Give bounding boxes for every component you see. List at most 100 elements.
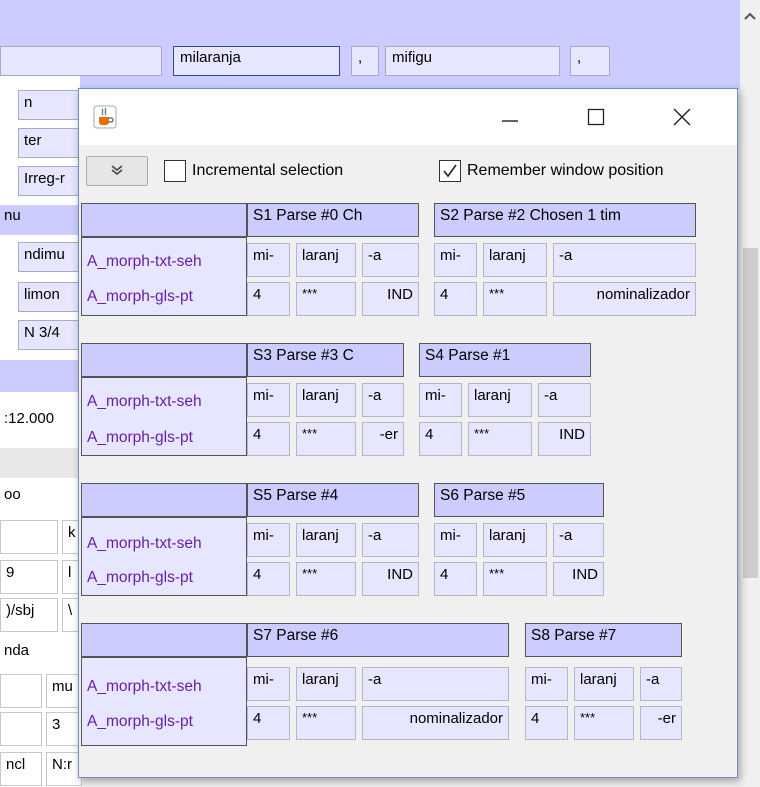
morph-cell[interactable]: mi- bbox=[525, 667, 568, 701]
gloss-cell[interactable]: 4 bbox=[419, 422, 462, 456]
morph-cell[interactable]: laranj bbox=[296, 667, 356, 701]
background-cell: Irreg-r bbox=[18, 166, 82, 196]
gloss-cell[interactable]: 4 bbox=[247, 706, 290, 740]
background-word-field[interactable]: milaranja bbox=[173, 46, 340, 76]
row-label-txt-seh: A_morph-txt-seh bbox=[83, 531, 245, 559]
background-cell: oo bbox=[4, 486, 21, 503]
gloss-cell[interactable]: 4 bbox=[525, 706, 568, 740]
checkmark-icon[interactable] bbox=[439, 160, 461, 182]
morph-cell[interactable]: mi- bbox=[434, 523, 477, 557]
gloss-cell[interactable]: -er bbox=[362, 422, 404, 456]
row-label-txt-seh: A_morph-txt-seh bbox=[83, 249, 245, 277]
row-label-txt-seh: A_morph-txt-seh bbox=[83, 389, 245, 417]
gloss-cell[interactable]: 4 bbox=[434, 282, 477, 316]
gloss-cell[interactable]: nominalizador bbox=[362, 706, 509, 740]
background-cell: mu bbox=[46, 674, 82, 708]
morph-cell[interactable]: laranj bbox=[483, 243, 547, 277]
row-label-gls-pt: A_morph-gls-pt bbox=[83, 565, 245, 593]
morph-cell[interactable]: laranj bbox=[296, 383, 356, 417]
close-icon[interactable] bbox=[659, 97, 705, 137]
morph-cell[interactable]: -a bbox=[538, 383, 591, 417]
background-scrollbar-thumb[interactable] bbox=[743, 248, 758, 578]
incremental-selection-checkbox[interactable]: Incremental selection bbox=[164, 160, 343, 182]
gloss-cell[interactable]: 4 bbox=[247, 282, 290, 316]
gloss-cell[interactable]: IND bbox=[362, 282, 419, 316]
dialog-title-bar[interactable] bbox=[79, 89, 737, 145]
parse-header[interactable]: S5 Parse #4 bbox=[247, 483, 419, 517]
background-cell: N 3/4 bbox=[18, 320, 82, 350]
row-label-gls-pt: A_morph-gls-pt bbox=[83, 284, 245, 312]
morph-cell[interactable]: -a bbox=[362, 383, 404, 417]
morph-cell[interactable]: mi- bbox=[247, 667, 290, 701]
morph-cell[interactable]: -a bbox=[640, 667, 682, 701]
background-cell: ter bbox=[18, 128, 82, 158]
morph-cell[interactable]: laranj bbox=[483, 523, 547, 557]
morph-cell[interactable]: laranj bbox=[296, 243, 356, 277]
parse-header[interactable]: S1 Parse #0 Ch bbox=[247, 203, 419, 237]
background-cell: ncl bbox=[0, 752, 42, 786]
morph-cell[interactable]: -a bbox=[553, 243, 696, 277]
morph-cell[interactable]: laranj bbox=[574, 667, 634, 701]
row-label-gls-pt: A_morph-gls-pt bbox=[83, 425, 245, 453]
morph-cell[interactable]: mi- bbox=[247, 383, 290, 417]
morph-cell[interactable]: mi- bbox=[419, 383, 462, 417]
parse-header[interactable]: S6 Parse #5 bbox=[434, 483, 604, 517]
group-corner-header bbox=[81, 623, 247, 657]
gloss-cell[interactable]: IND bbox=[553, 562, 604, 596]
morph-cell[interactable]: laranj bbox=[468, 383, 532, 417]
remember-window-position-checkbox[interactable]: Remember window position bbox=[439, 160, 664, 182]
gloss-cell[interactable]: *** bbox=[574, 706, 634, 740]
row-label-gls-pt: A_morph-gls-pt bbox=[83, 709, 245, 737]
morph-cell[interactable]: laranj bbox=[296, 523, 356, 557]
morph-cell[interactable]: -a bbox=[362, 243, 419, 277]
gloss-cell[interactable]: 4 bbox=[247, 562, 290, 596]
background-comma-field[interactable]: , bbox=[351, 46, 379, 76]
background-cell: limon bbox=[18, 282, 82, 312]
background-divider bbox=[0, 448, 80, 478]
gloss-cell[interactable]: *** bbox=[483, 562, 547, 596]
background-cell: ndimu bbox=[18, 242, 82, 272]
group-corner-header bbox=[81, 343, 247, 377]
gloss-cell[interactable]: *** bbox=[296, 706, 356, 740]
gloss-cell[interactable]: *** bbox=[296, 422, 356, 456]
background-cell: 3 bbox=[46, 712, 82, 746]
gloss-cell[interactable]: 4 bbox=[247, 422, 290, 456]
gloss-cell[interactable]: *** bbox=[483, 282, 547, 316]
morph-cell[interactable]: mi- bbox=[434, 243, 477, 277]
morph-cell[interactable]: mi- bbox=[247, 523, 290, 557]
morph-cell[interactable]: -a bbox=[553, 523, 604, 557]
gloss-cell[interactable]: IND bbox=[362, 562, 419, 596]
background-cell: nu bbox=[0, 205, 80, 235]
parse-header[interactable]: S4 Parse #1 bbox=[419, 343, 591, 377]
background-header-band bbox=[0, 0, 740, 42]
background-comma-field[interactable]: , bbox=[570, 46, 610, 76]
minimize-icon[interactable] bbox=[487, 97, 533, 137]
gloss-cell[interactable]: nominalizador bbox=[553, 282, 696, 316]
gloss-cell[interactable]: -er bbox=[640, 706, 682, 740]
gloss-cell[interactable]: IND bbox=[538, 422, 591, 456]
gloss-cell[interactable]: *** bbox=[296, 282, 356, 316]
background-cell: nda bbox=[4, 642, 30, 659]
background-empty-field bbox=[0, 46, 162, 76]
morph-cell[interactable]: -a bbox=[362, 523, 419, 557]
remember-window-position-label: Remember window position bbox=[467, 162, 664, 179]
incremental-selection-label: Incremental selection bbox=[192, 162, 344, 179]
parse-header[interactable]: S2 Parse #2 Chosen 1 tim bbox=[434, 203, 696, 237]
dropdown-button[interactable] bbox=[86, 156, 148, 186]
scroll-up-arrow-icon[interactable] bbox=[742, 6, 758, 26]
morph-cell[interactable]: mi- bbox=[247, 243, 290, 277]
group-corner-header bbox=[81, 483, 247, 517]
gloss-cell[interactable]: 4 bbox=[434, 562, 477, 596]
background-cell bbox=[0, 520, 58, 554]
gloss-cell[interactable]: *** bbox=[468, 422, 532, 456]
parse-header[interactable]: S3 Parse #3 C bbox=[247, 343, 404, 377]
parse-header[interactable]: S7 Parse #6 bbox=[247, 623, 509, 657]
morph-cell[interactable]: -a bbox=[362, 667, 509, 701]
row-label-txt-seh: A_morph-txt-seh bbox=[83, 674, 245, 702]
maximize-icon[interactable] bbox=[573, 97, 619, 137]
parse-header[interactable]: S8 Parse #7 bbox=[525, 623, 682, 657]
gloss-cell[interactable]: *** bbox=[296, 562, 356, 596]
checkbox-unchecked[interactable] bbox=[164, 160, 186, 182]
background-word-field[interactable]: mifigu bbox=[385, 46, 560, 76]
background-cell bbox=[0, 712, 42, 746]
